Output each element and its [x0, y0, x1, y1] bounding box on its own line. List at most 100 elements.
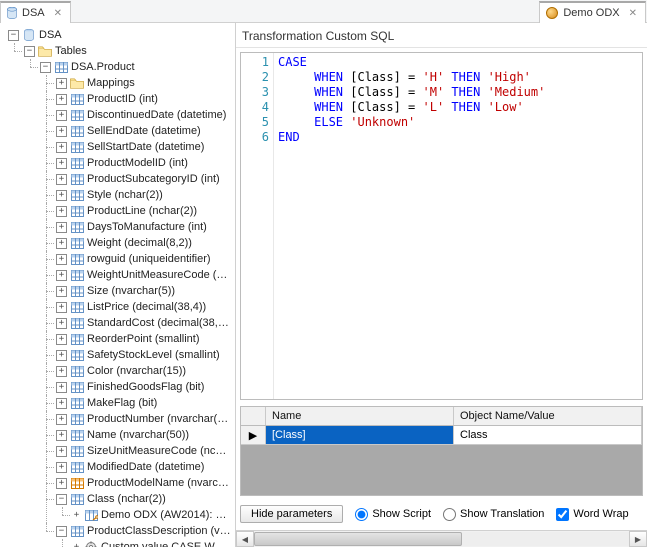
column-icon [70, 349, 84, 361]
show-script-radio-input[interactable] [355, 508, 368, 521]
close-icon[interactable]: ✕ [54, 8, 62, 19]
expander-icon[interactable] [56, 398, 67, 409]
expander-icon[interactable] [56, 366, 67, 377]
expander-icon[interactable] [56, 174, 67, 185]
column-icon [70, 381, 84, 393]
column-icon [70, 525, 84, 537]
scroll-left-icon[interactable]: ◀ [236, 531, 254, 547]
column-icon [70, 189, 84, 201]
horizontal-scrollbar[interactable]: ◀ ▶ [236, 530, 647, 547]
scroll-track[interactable] [254, 532, 629, 546]
tree-node-label: ProductLine (nchar(2)) [87, 203, 197, 219]
column-icon [70, 109, 84, 121]
tree-node-label: WeightUnitMeasureCode (nchar(3)) [87, 267, 231, 283]
line-gutter: 123456 [241, 53, 274, 399]
tree-node-label: SellStartDate (datetime) [87, 139, 204, 155]
expander-icon[interactable] [56, 350, 67, 361]
scroll-right-icon[interactable]: ▶ [629, 531, 647, 547]
expander-icon[interactable] [56, 158, 67, 169]
tab-demo-odx[interactable]: Demo ODX ✕ [539, 1, 646, 24]
expander-icon[interactable] [24, 46, 35, 57]
sql-code[interactable]: CASE WHEN [Class] = 'H' THEN 'High' WHEN… [274, 53, 642, 399]
radio-label: Show Script [372, 508, 431, 520]
column-icon [70, 221, 84, 233]
close-icon[interactable]: ✕ [629, 8, 637, 19]
column-icon [70, 461, 84, 473]
expander-icon[interactable] [56, 142, 67, 153]
expander-icon[interactable] [56, 110, 67, 121]
radio-label: Show Translation [460, 508, 544, 520]
tree-node-label: Color (nvarchar(15)) [87, 363, 186, 379]
column-icon [70, 333, 84, 345]
mapping-icon [84, 509, 98, 521]
word-wrap-checkbox[interactable]: Word Wrap [556, 508, 628, 521]
grid-row[interactable]: ▶ [Class] Class [241, 426, 642, 445]
expander-icon[interactable] [56, 190, 67, 201]
tree-node-label: DSA [39, 27, 62, 43]
expander-icon[interactable] [56, 286, 67, 297]
expander-icon[interactable] [56, 334, 67, 345]
grid-cell-name[interactable]: [Class] [266, 426, 454, 444]
show-translation-radio-input[interactable] [443, 508, 456, 521]
scroll-thumb[interactable] [254, 532, 462, 546]
tree-node-label: StandardCost (decimal(38,4)) [87, 315, 231, 331]
expander-icon[interactable] [56, 206, 67, 217]
object-tree[interactable]: DSA Tables [0, 23, 235, 547]
expander-icon[interactable] [56, 494, 67, 505]
expander-icon[interactable] [56, 126, 67, 137]
expander-icon[interactable] [56, 94, 67, 105]
expander-icon[interactable] [56, 78, 67, 89]
tab-label: DSA [22, 7, 45, 19]
tree-node-label: ModifiedDate (datetime) [87, 459, 204, 475]
parameters-grid[interactable]: Name Object Name/Value ▶ [Class] Class [240, 406, 643, 496]
column-icon [70, 173, 84, 185]
column-icon [70, 125, 84, 137]
grid-cell-value[interactable]: Class [454, 426, 642, 444]
word-wrap-checkbox-input[interactable] [556, 508, 569, 521]
folder-icon [70, 77, 84, 89]
expander-icon[interactable] [56, 462, 67, 473]
expander-icon[interactable] [56, 414, 67, 425]
tree-node-label: SellEndDate (datetime) [87, 123, 201, 139]
expander-icon[interactable] [8, 30, 19, 41]
column-icon [70, 285, 84, 297]
expander-icon[interactable] [56, 478, 67, 489]
expander-icon[interactable] [56, 270, 67, 281]
tree-node-label: ProductSubcategoryID (int) [87, 171, 220, 187]
tab-dsa[interactable]: DSA ✕ [0, 1, 71, 24]
tree-node-label: Name (nvarchar(50)) [87, 427, 189, 443]
hide-parameters-button[interactable]: Hide parameters [240, 505, 343, 523]
column-icon [70, 205, 84, 217]
expander-icon[interactable] [56, 238, 67, 249]
expander-icon[interactable] [56, 446, 67, 457]
show-script-radio[interactable]: Show Script [355, 508, 431, 521]
tree-node-label: ProductNumber (nvarchar(25)) [87, 411, 231, 427]
tree-node-label: FinishedGoodsFlag (bit) [87, 379, 204, 395]
grid-header-value[interactable]: Object Name/Value [454, 407, 642, 425]
database-icon [22, 29, 36, 41]
app-root: DSA ✕ Demo ODX ✕ DSA [0, 0, 647, 547]
table-icon [54, 61, 68, 73]
tree-node-label: Class (nchar(2)) [87, 491, 166, 507]
grid-body [241, 445, 642, 495]
expander-icon[interactable] [56, 318, 67, 329]
grid-header-name[interactable]: Name [266, 407, 454, 425]
tree-node-label: Style (nchar(2)) [87, 187, 163, 203]
grid-corner [241, 407, 266, 425]
tree-node-label: Tables [55, 43, 87, 59]
expander-icon[interactable] [56, 302, 67, 313]
expander-icon[interactable] [56, 382, 67, 393]
expander-icon[interactable] [56, 222, 67, 233]
tree-node-label: DSA.Product [71, 59, 135, 75]
main-split: DSA Tables [0, 23, 647, 547]
expander-icon[interactable] [56, 254, 67, 265]
expander-icon[interactable] [56, 430, 67, 441]
show-translation-radio[interactable]: Show Translation [443, 508, 544, 521]
tree-node-label: ProductID (int) [87, 91, 158, 107]
expander-icon[interactable] [56, 526, 67, 537]
expander-icon[interactable] [40, 62, 51, 73]
column-icon [70, 317, 84, 329]
column-icon [70, 397, 84, 409]
sql-editor[interactable]: 123456 CASE WHEN [Class] = 'H' THEN 'Hig… [240, 52, 643, 400]
tree-node-label: ProductClassDescription (varchar(7)) [87, 523, 231, 539]
